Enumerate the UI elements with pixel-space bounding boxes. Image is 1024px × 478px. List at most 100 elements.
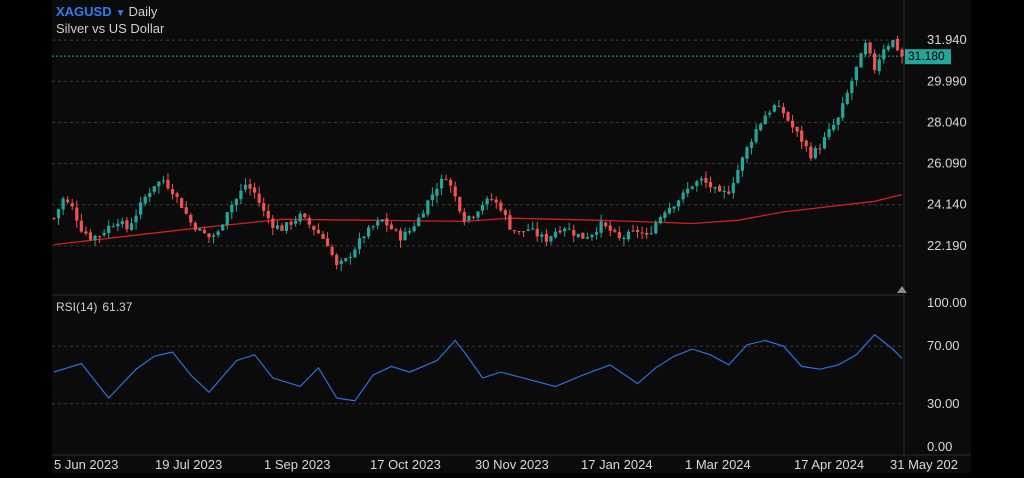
candle-body bbox=[722, 190, 726, 193]
candle-body bbox=[362, 236, 366, 239]
candle-body bbox=[307, 218, 311, 225]
candle-body bbox=[439, 178, 444, 189]
symbol-description: Silver vs US Dollar bbox=[56, 21, 165, 36]
candle-body bbox=[348, 256, 352, 258]
price-tick-label: 28.040 bbox=[927, 114, 967, 129]
candle-body bbox=[61, 198, 65, 210]
rsi-tick-label: 30.00 bbox=[927, 396, 960, 411]
candle-body bbox=[727, 191, 731, 194]
caret-down-icon[interactable]: ▼ bbox=[116, 8, 126, 19]
candle-body bbox=[120, 221, 124, 225]
time-tick-label: 1 Mar 2024 bbox=[685, 457, 751, 472]
candle-body bbox=[763, 115, 767, 125]
candle-body bbox=[635, 230, 640, 233]
candle-body bbox=[476, 211, 480, 218]
candle-body bbox=[435, 189, 439, 196]
candle-body bbox=[107, 225, 111, 234]
time-tick-label: 17 Jan 2024 bbox=[581, 457, 653, 472]
time-tick-label: 5 Jun 2023 bbox=[54, 457, 118, 472]
candle-body bbox=[549, 236, 553, 242]
candle-body bbox=[330, 246, 334, 255]
chart-area[interactable]: 31.940 29.990 28.040 26.090 24.140 22.190 100.… bbox=[52, 0, 971, 473]
candle-body bbox=[604, 222, 608, 227]
candle-body bbox=[325, 238, 330, 247]
candle-body bbox=[754, 129, 758, 142]
time-tick-label: 17 Apr 2024 bbox=[794, 457, 864, 472]
candle-body bbox=[389, 224, 393, 230]
price-tick-label: 31.940 bbox=[927, 32, 967, 47]
candle-body bbox=[380, 219, 384, 222]
candle-body bbox=[467, 215, 471, 221]
candle-body bbox=[531, 228, 535, 230]
rsi-tick-label: 0.00 bbox=[927, 439, 952, 454]
right-border bbox=[972, 0, 1024, 473]
candle-body bbox=[139, 202, 143, 215]
candle-body bbox=[832, 124, 836, 130]
candle-body bbox=[180, 198, 184, 208]
candle-body bbox=[786, 112, 790, 121]
candle-body bbox=[740, 157, 745, 171]
candle-body bbox=[704, 178, 708, 183]
candle-body bbox=[572, 230, 576, 236]
candle-body bbox=[663, 212, 667, 218]
candle-body bbox=[471, 216, 476, 218]
time-tick-label: 19 Jul 2023 bbox=[155, 457, 222, 472]
candle-body bbox=[275, 225, 279, 229]
candle-body bbox=[654, 222, 658, 234]
candle-body bbox=[631, 230, 635, 232]
candle-body bbox=[248, 184, 252, 189]
candle-body bbox=[503, 210, 507, 216]
price-tick-label: 22.190 bbox=[927, 238, 967, 253]
left-border bbox=[0, 0, 52, 473]
candle-body bbox=[134, 215, 138, 223]
candle-body bbox=[371, 226, 375, 228]
candle-body bbox=[312, 225, 316, 231]
candle-body bbox=[863, 43, 868, 55]
candle-body bbox=[403, 231, 407, 241]
candle-body bbox=[234, 199, 238, 206]
candle-body bbox=[316, 229, 321, 234]
candle-body bbox=[882, 49, 886, 60]
candle-body bbox=[458, 197, 462, 212]
candle-body bbox=[230, 204, 234, 213]
candle-body bbox=[148, 192, 152, 197]
candle-body bbox=[526, 229, 530, 231]
candle-body bbox=[298, 213, 302, 222]
candle-body bbox=[70, 203, 74, 207]
rsi-tick-label: 100.00 bbox=[927, 295, 967, 310]
symbol-name[interactable]: XAGUSD bbox=[56, 4, 112, 19]
candle-body bbox=[321, 234, 325, 239]
candle-body bbox=[449, 179, 453, 186]
candle-body bbox=[521, 231, 526, 233]
candle-body bbox=[553, 231, 558, 238]
price-tick-label: 29.990 bbox=[927, 73, 967, 88]
candle-body bbox=[563, 228, 567, 232]
candle-body bbox=[56, 209, 61, 219]
candle-body bbox=[626, 231, 631, 240]
candle-body bbox=[216, 231, 220, 236]
candle-body bbox=[102, 232, 106, 236]
rsi-tick-label: 70.00 bbox=[927, 338, 960, 353]
candle-body bbox=[193, 222, 197, 230]
candle-body bbox=[339, 260, 343, 264]
candle-body bbox=[827, 129, 831, 138]
candle-body bbox=[444, 179, 448, 181]
candle-body bbox=[576, 233, 580, 237]
candle-body bbox=[608, 225, 612, 231]
interval-label[interactable]: Daily bbox=[129, 4, 158, 19]
candle-body bbox=[558, 230, 562, 233]
symbol-line: XAGUSD ▼ Daily bbox=[56, 4, 157, 21]
candle-body bbox=[170, 189, 175, 195]
candle-body bbox=[599, 221, 603, 233]
candle-body bbox=[335, 254, 339, 266]
candle-body bbox=[385, 218, 389, 226]
candle-body bbox=[640, 232, 644, 234]
candle-body bbox=[836, 117, 840, 125]
candle-body bbox=[75, 207, 79, 221]
chart-svg[interactable]: 31.940 29.990 28.040 26.090 24.140 22.190 100.… bbox=[52, 0, 971, 473]
candle-body bbox=[189, 214, 193, 223]
candle-body bbox=[125, 220, 129, 230]
candle-body bbox=[280, 225, 284, 231]
candle-body bbox=[157, 181, 161, 187]
candles-group bbox=[52, 35, 904, 271]
